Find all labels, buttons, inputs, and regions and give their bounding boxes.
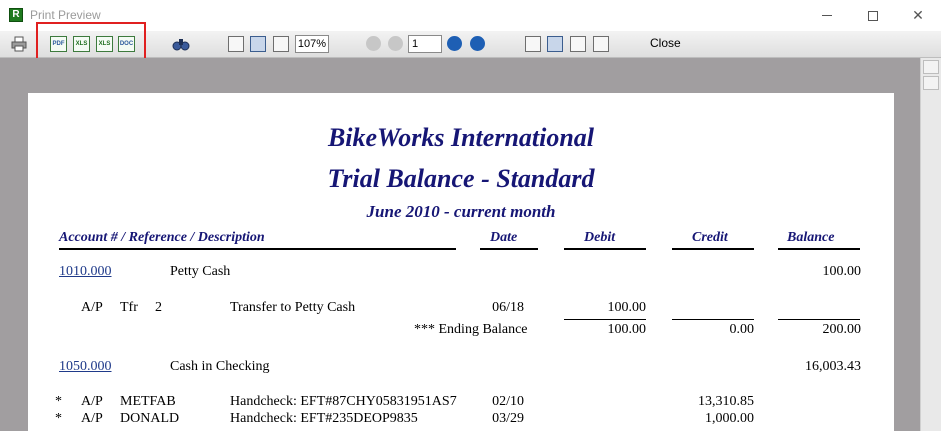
- close-button[interactable]: Close: [650, 36, 681, 50]
- header-underline: [672, 248, 754, 250]
- header-underline: [59, 248, 456, 250]
- continuous-layout-icon[interactable]: [547, 36, 563, 52]
- header-underline: [778, 248, 860, 250]
- one-page-layout-icon[interactable]: [525, 36, 541, 52]
- report-period: June 2010 - current month: [366, 202, 556, 221]
- zoom-input[interactable]: 107%: [295, 35, 329, 53]
- line-description: Handcheck: EFT#87CHY05831951AS7: [230, 394, 457, 409]
- app-icon: R: [9, 8, 23, 22]
- column-header-credit: Credit: [692, 230, 728, 245]
- line-source: A/P: [81, 394, 103, 409]
- account-balance: 16,003.43: [805, 359, 861, 374]
- ending-balance-label: *** Ending Balance: [414, 322, 528, 337]
- line-description: Handcheck: EFT#235DEOP9835: [230, 411, 418, 426]
- ending-credit: 0.00: [729, 322, 755, 337]
- header-underline: [480, 248, 538, 250]
- column-header-balance: Balance: [787, 230, 835, 245]
- line-credit: 1,000.00: [705, 411, 754, 426]
- scroll-up-icon[interactable]: [923, 60, 939, 74]
- previous-page-icon[interactable]: [388, 36, 403, 51]
- close-icon: ✕: [912, 7, 924, 23]
- total-rule: [564, 319, 646, 320]
- line-reference: DONALD: [120, 411, 180, 426]
- page-number-input[interactable]: 1: [408, 35, 442, 53]
- page-width-view-icon[interactable]: [250, 36, 266, 52]
- column-header-debit: Debit: [584, 230, 616, 245]
- total-rule: [672, 319, 754, 320]
- single-page-view-icon[interactable]: [228, 36, 244, 52]
- line-reference: Tfr: [120, 300, 138, 315]
- account-number-link[interactable]: 1050.000: [59, 359, 112, 375]
- find-icon[interactable]: [172, 36, 190, 52]
- column-header-date: Date: [490, 230, 518, 245]
- account-name: Cash in Checking: [170, 359, 270, 374]
- line-flag: *: [55, 394, 62, 409]
- window-title: Print Preview: [30, 8, 101, 22]
- next-page-icon[interactable]: [447, 36, 462, 51]
- line-credit: 13,310.85: [698, 394, 754, 409]
- last-page-icon[interactable]: [470, 36, 485, 51]
- line-description: Transfer to Petty Cash: [230, 300, 356, 315]
- whole-page-view-icon[interactable]: [273, 36, 289, 52]
- account-name: Petty Cash: [170, 264, 231, 279]
- total-rule: [778, 319, 860, 320]
- account-number-link[interactable]: 1010.000: [59, 264, 112, 280]
- vertical-scrollbar[interactable]: [920, 58, 941, 431]
- minimize-button[interactable]: [804, 0, 850, 31]
- line-debit: 100.00: [607, 300, 647, 315]
- scroll-thumb[interactable]: [923, 76, 939, 90]
- company-name: BikeWorks International: [327, 123, 595, 152]
- maximize-icon: [868, 10, 878, 21]
- line-source: A/P: [81, 300, 103, 315]
- column-header-account: Account # / Reference / Description: [59, 230, 265, 245]
- minimize-icon: [822, 15, 832, 16]
- header-underline: [564, 248, 646, 250]
- line-source: A/P: [81, 411, 103, 426]
- export-buttons-highlight: [36, 22, 146, 61]
- two-page-layout-icon[interactable]: [570, 36, 586, 52]
- ending-balance: 200.00: [822, 322, 862, 337]
- line-date: 03/29: [492, 411, 524, 426]
- first-page-icon[interactable]: [366, 36, 381, 51]
- report-page: BikeWorks International Trial Balance - …: [28, 93, 894, 431]
- report-title: Trial Balance - Standard: [327, 164, 595, 193]
- maximize-button[interactable]: [850, 0, 896, 31]
- line-reference: METFAB: [120, 394, 176, 409]
- line-number: 2: [155, 300, 162, 315]
- account-balance: 100.00: [822, 264, 862, 279]
- line-flag: *: [55, 411, 62, 426]
- close-window-button[interactable]: ✕: [895, 0, 941, 31]
- line-date: 02/10: [492, 394, 524, 409]
- print-icon[interactable]: [11, 36, 27, 52]
- ending-debit: 100.00: [607, 322, 647, 337]
- line-date: 06/18: [492, 300, 524, 315]
- multi-page-layout-icon[interactable]: [593, 36, 609, 52]
